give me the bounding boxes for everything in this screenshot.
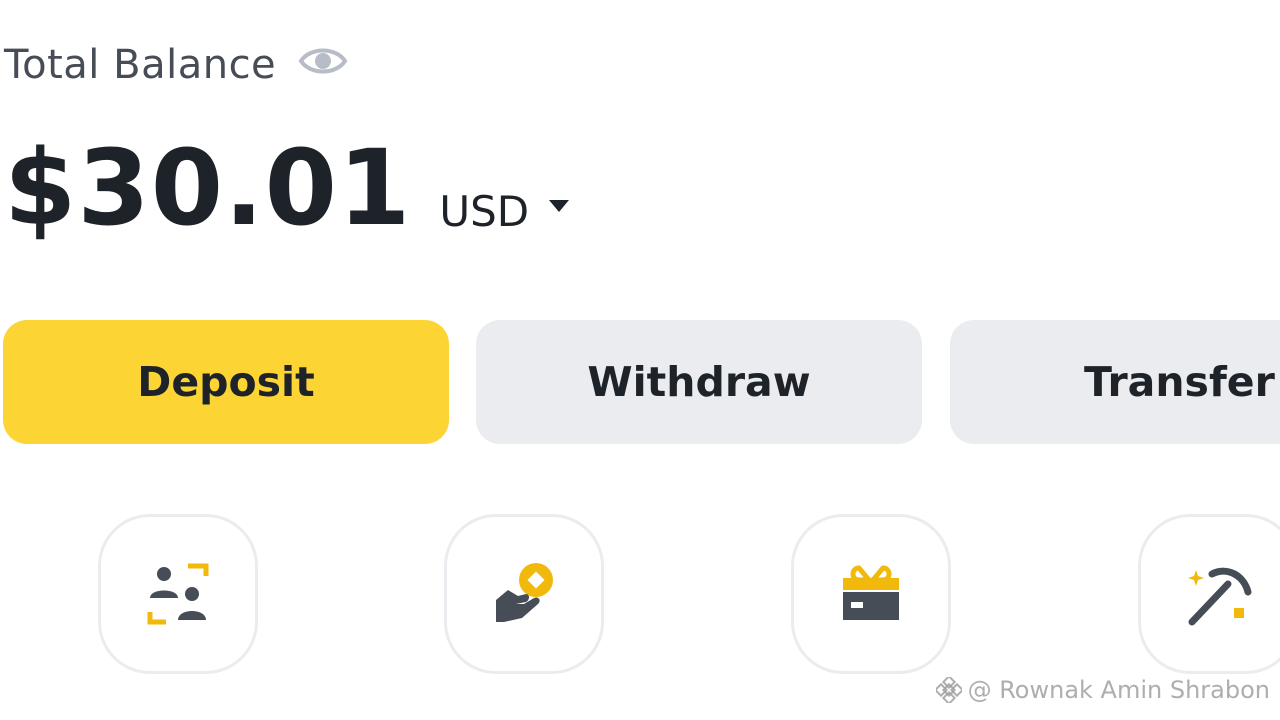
earn-icon [496, 563, 553, 622]
p2p-icon [147, 563, 209, 625]
mining-icon [1188, 567, 1252, 626]
shortcut-gift-card[interactable] [791, 514, 951, 674]
transfer-button[interactable]: Transfer [950, 320, 1280, 444]
balance-amount: $30.01 [4, 127, 412, 249]
shortcut-earn[interactable] [444, 514, 604, 674]
deposit-button[interactable]: Deposit [3, 320, 449, 444]
binance-logo-icon [935, 677, 962, 703]
gift-card-icon [843, 565, 899, 620]
shortcut-mining[interactable] [1138, 514, 1280, 674]
balance-label-row: Total Balance [4, 42, 348, 88]
currency-label: USD [439, 187, 530, 236]
eye-icon[interactable] [298, 41, 348, 81]
total-balance-label: Total Balance [4, 42, 277, 88]
wallet-overview: Total Balance $30.01 USD Deposit Withdra… [0, 0, 1280, 720]
caret-down-icon [547, 198, 571, 214]
currency-selector[interactable]: USD [439, 187, 571, 236]
balance-row: $30.01 USD [4, 136, 571, 240]
shortcut-p2p[interactable] [98, 514, 258, 674]
watermark-text: @ Rownak Amin Shrabon [967, 676, 1270, 704]
watermark: @ Rownak Amin Shrabon [935, 676, 1270, 704]
withdraw-button[interactable]: Withdraw [476, 320, 922, 444]
